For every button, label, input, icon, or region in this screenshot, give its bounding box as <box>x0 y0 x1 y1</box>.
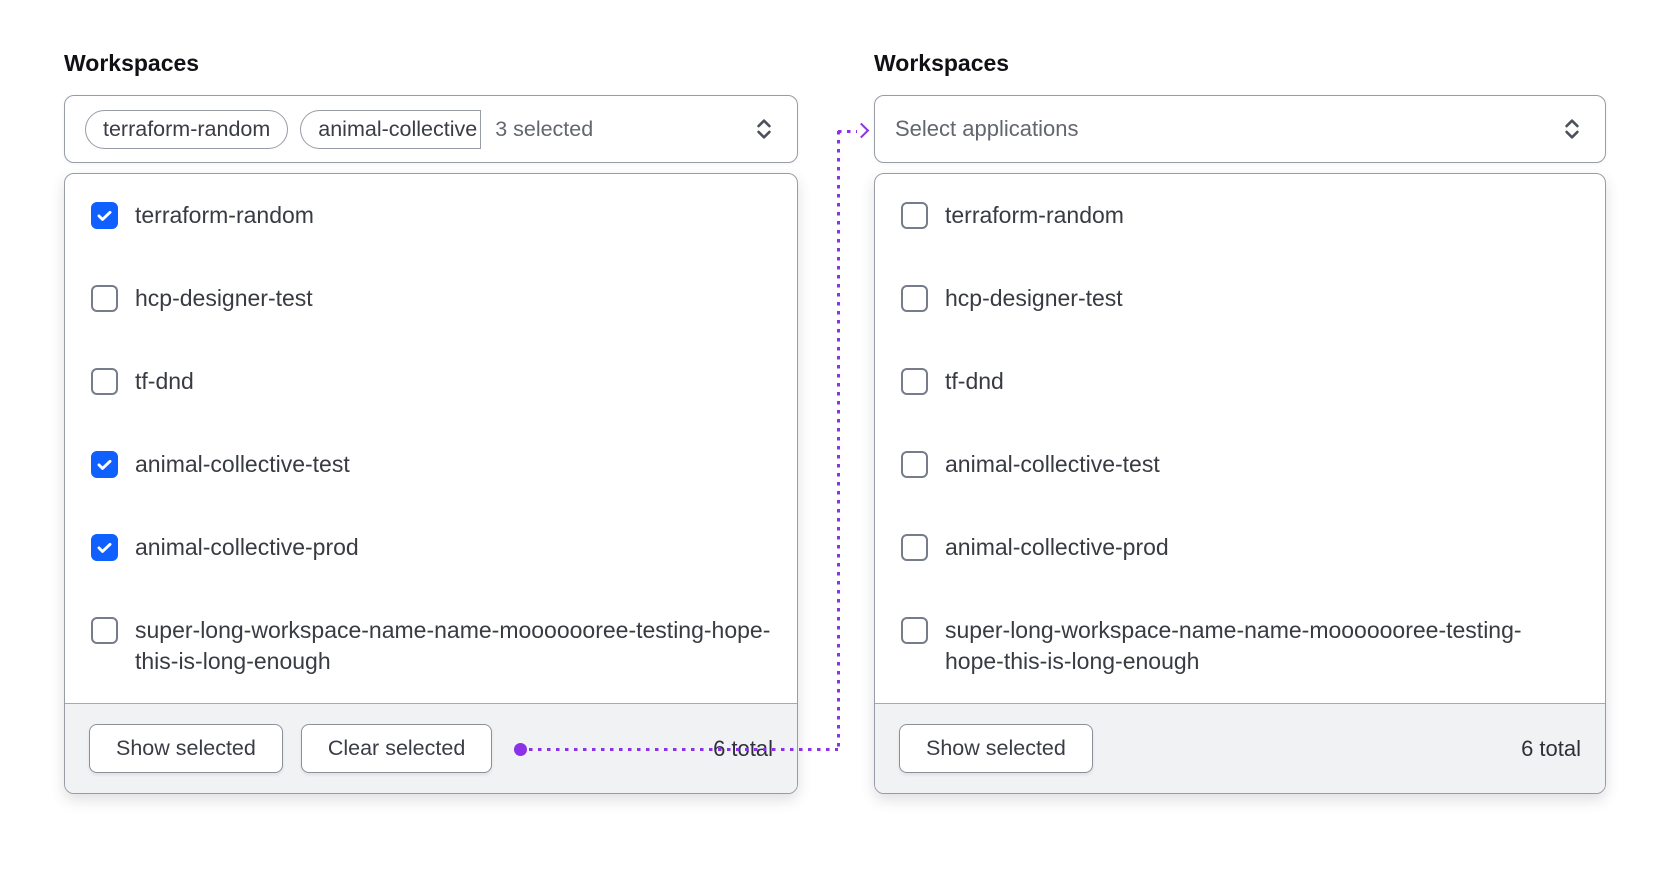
option-row[interactable]: super-long-workspace-name-name-moooooore… <box>875 589 1605 703</box>
option-row[interactable]: animal-collective-test <box>65 423 797 506</box>
selected-tag[interactable]: animal-collective <box>300 109 482 149</box>
checkbox-unchecked-icon[interactable] <box>901 285 928 313</box>
option-label: tf-dnd <box>135 368 194 395</box>
checkbox-unchecked-icon[interactable] <box>901 451 928 479</box>
option-label: hcp-designer-test <box>945 285 1123 312</box>
option-label: terraform-random <box>945 202 1124 228</box>
show-selected-button[interactable]: Show selected <box>899 724 1093 774</box>
options-footer: Show selected 6 total <box>875 703 1605 794</box>
multiselect-trigger[interactable]: Select applications <box>874 95 1606 163</box>
unfold-chevron-icon <box>1559 116 1585 142</box>
workspaces-label: Workspaces <box>874 50 1010 76</box>
option-row[interactable]: animal-collective-prod <box>65 506 797 589</box>
option-row[interactable]: super-long-workspace-name-name-moooooore… <box>65 589 797 703</box>
checkbox-checked-icon[interactable] <box>91 202 118 229</box>
checkbox-unchecked-icon[interactable] <box>91 617 118 645</box>
connector-line-horizontal-top <box>838 130 857 133</box>
connector-line-vertical <box>837 131 840 749</box>
checkbox-checked-icon[interactable] <box>91 534 118 562</box>
checkbox-checked-icon[interactable] <box>91 451 118 479</box>
option-row[interactable]: animal-collective-prod <box>875 506 1605 589</box>
multiselect-trigger[interactable]: terraform-random animal-collective 3 sele… <box>64 95 798 163</box>
option-label: terraform-random <box>135 202 314 228</box>
option-row[interactable]: hcp-designer-test <box>65 257 797 340</box>
total-count: 6 total <box>713 735 773 761</box>
option-label: super-long-workspace-name-name-moooooore… <box>135 617 771 675</box>
option-label: animal-collective-test <box>945 451 1160 478</box>
workspaces-label: Workspaces <box>64 50 200 76</box>
connector-arrowhead-icon <box>853 122 870 139</box>
checkbox-unchecked-icon[interactable] <box>91 285 118 313</box>
workspaces-multiselect-right: Workspaces Select applications terraform… <box>874 50 1606 795</box>
option-row[interactable]: terraform-random <box>65 174 797 257</box>
options-panel: terraform-random hcp-designer-test tf-dnd a… <box>64 173 798 795</box>
options-panel: terraform-random hcp-designer-test tf-dnd a… <box>874 173 1606 795</box>
unfold-chevron-icon <box>751 116 777 142</box>
option-label: hcp-designer-test <box>135 285 313 312</box>
selected-tags: terraform-random animal-collective <box>85 109 482 149</box>
option-label: tf-dnd <box>945 368 1004 395</box>
options-list: terraform-random hcp-designer-test tf-dnd a… <box>65 174 797 703</box>
page: Workspaces terraform-random animal-collec… <box>0 0 1672 892</box>
option-row[interactable]: hcp-designer-test <box>875 257 1605 340</box>
checkbox-unchecked-icon[interactable] <box>901 202 928 229</box>
checkbox-unchecked-icon[interactable] <box>901 534 928 562</box>
trigger-placeholder: Select applications <box>895 116 1079 141</box>
option-row[interactable]: animal-collective-test <box>875 423 1605 506</box>
selected-tag[interactable]: terraform-random <box>85 109 289 149</box>
clear-selected-button[interactable]: Clear selected <box>300 724 493 774</box>
option-row[interactable]: tf-dnd <box>875 340 1605 423</box>
checkbox-unchecked-icon[interactable] <box>901 617 928 645</box>
options-footer: Show selected Clear selected 6 total <box>65 703 797 794</box>
option-row[interactable]: tf-dnd <box>65 340 797 423</box>
option-label: animal-collective-test <box>135 451 350 478</box>
selected-count: 3 selected <box>495 116 594 141</box>
option-label: super-long-workspace-name-name-moooooore… <box>945 617 1522 675</box>
total-count: 6 total <box>1521 735 1581 761</box>
show-selected-button[interactable]: Show selected <box>89 724 283 774</box>
checkbox-unchecked-icon[interactable] <box>901 368 928 396</box>
checkbox-unchecked-icon[interactable] <box>91 368 118 396</box>
option-label: animal-collective-prod <box>945 534 1169 561</box>
options-list: terraform-random hcp-designer-test tf-dnd a… <box>875 174 1605 703</box>
option-label: animal-collective-prod <box>135 534 359 561</box>
workspaces-multiselect-left: Workspaces terraform-random animal-collec… <box>64 50 798 795</box>
option-row[interactable]: terraform-random <box>875 174 1605 257</box>
